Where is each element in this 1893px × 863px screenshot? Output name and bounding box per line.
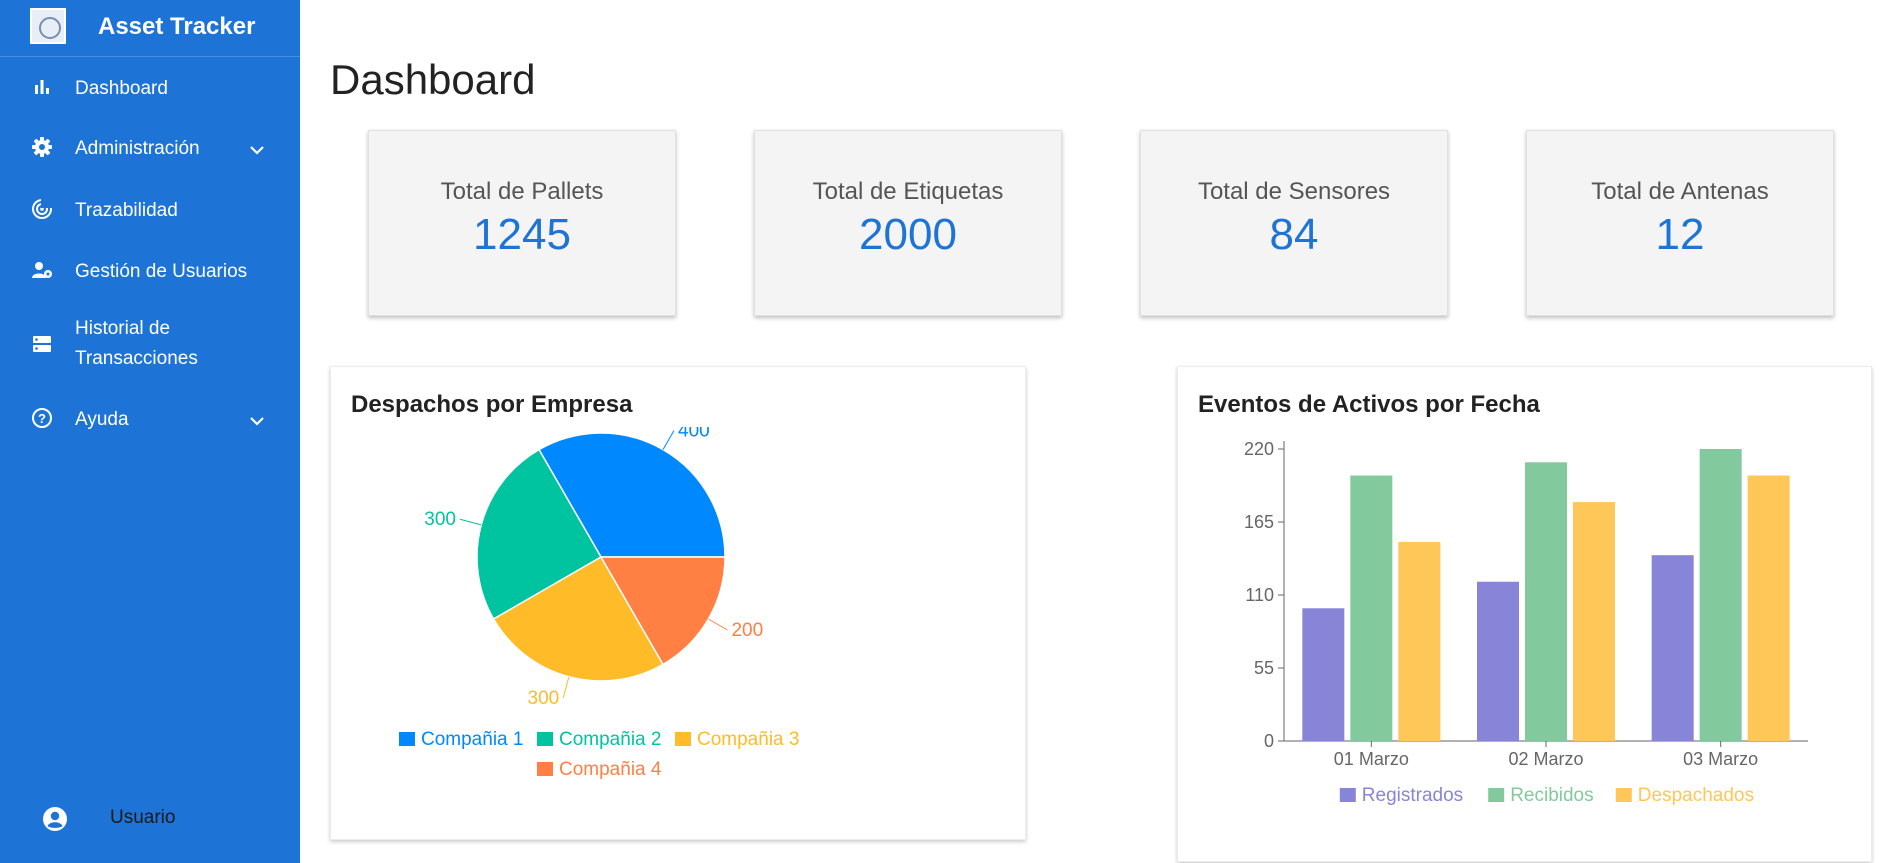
account-icon [42,806,68,832]
x-tick-label: 02 Marzo [1508,749,1583,769]
bar [1747,475,1790,741]
help-icon: ? [30,406,54,430]
sidebar-item-label: Trazabilidad [75,200,178,221]
bar [1477,581,1519,741]
stat-card-etiquetas: Total de Etiquetas 2000 [754,130,1062,316]
sidebar-item-label-line2: Transacciones [75,348,198,369]
y-tick-label: 220 [1244,439,1274,459]
sidebar-item-historial-transacciones[interactable]: Historial de Transacciones [0,314,300,378]
pie-value-label: 300 [424,509,456,530]
sidebar-item-label: Ayuda [75,409,129,430]
stat-card-pallets: Total de Pallets 1245 [368,130,676,316]
bar [1302,608,1345,741]
stat-value: 84 [1269,210,1319,259]
y-tick-label: 110 [1245,585,1274,605]
pie-value-label: 400 [678,427,710,442]
bar [1350,475,1393,741]
legend-swatch [1615,788,1632,802]
chart-title: Eventos de Activos por Fecha [1198,391,1540,418]
bar [1651,555,1694,741]
app-title: Asset Tracker [98,13,256,40]
legend-label: Registrados [1362,785,1463,806]
legend-label: Compañia 2 [559,729,661,750]
sidebar: Asset Tracker Dashboard Administración T… [0,0,300,863]
sidebar-item-label: Historial de [75,318,171,339]
user-name: Usuario [110,807,176,828]
chevron-down-icon [250,146,264,155]
legend-label: Despachados [1638,785,1754,806]
sidebar-item-gestion-usuarios[interactable]: Gestión de Usuarios [0,255,300,289]
brand-header: Asset Tracker [0,0,300,57]
stat-value: 1245 [473,210,571,259]
legend-swatch [1339,788,1356,802]
y-tick-label: 55 [1254,658,1274,678]
stat-card-antenas: Total de Antenas 12 [1526,130,1834,316]
pie-label-line [562,676,570,699]
user-gear-icon [30,258,54,282]
user-menu[interactable]: Usuario [0,800,300,840]
legend-swatch [537,762,553,776]
y-tick-label: 0 [1264,731,1274,751]
legend-swatch [537,732,553,746]
stat-label: Total de Etiquetas [812,178,1004,205]
chart-title: Despachos por Empresa [351,391,633,418]
sidebar-item-administracion[interactable]: Administración [0,132,300,166]
pie-value-label: 300 [528,688,560,709]
svg-text:?: ? [38,411,46,426]
gear-icon [30,135,54,159]
bar-chart: 0 55 110 165 220 01 Marzo 02 Marzo 03 Marzo Regi… [1244,439,1808,806]
legend-swatch [1488,788,1505,802]
sidebar-item-label: Administración [75,138,200,159]
stat-value: 2000 [859,210,957,259]
stat-label: Total de Sensores [1197,178,1391,205]
sidebar-item-trazabilidad[interactable]: Trazabilidad [0,194,300,228]
sidebar-item-dashboard[interactable]: Dashboard [0,72,300,106]
storage-icon [30,332,54,356]
stat-label: Total de Antenas [1591,178,1769,205]
stat-card-sensores: Total de Sensores 84 [1140,130,1448,316]
bar [1573,502,1615,741]
sidebar-item-ayuda[interactable]: ? Ayuda [0,403,300,437]
legend-label: Recibidos [1510,785,1593,806]
legend-swatch [399,732,415,746]
chart-card-despachos: Despachos por Empresa 400 300 300 200 Compañ… [330,366,1026,840]
pie-label-line [662,430,675,450]
legend-label: Compañia 4 [559,759,662,780]
chevron-down-icon [250,417,264,426]
bar [1699,449,1742,741]
x-tick-label: 01 Marzo [1334,749,1409,769]
legend-label: Compañia 3 [697,729,799,750]
pie-chart: 400 300 300 200 Compañia 1 Compañia 2 Compañia… [399,427,799,780]
pie-label-line [459,518,482,526]
x-tick-label: 03 Marzo [1683,749,1758,769]
chart-card-eventos: Eventos de Activos por Fecha 0 55 110 165 22… [1177,366,1872,862]
sidebar-item-label: Dashboard [75,78,168,99]
app-logo [30,8,66,44]
legend-label: Compañia 1 [421,729,523,750]
bar [1398,541,1441,741]
radar-icon [30,197,54,221]
stat-value: 12 [1655,210,1705,259]
page-title: Dashboard [330,56,536,104]
bar-chart-icon [30,75,54,99]
legend-swatch [675,732,691,746]
pie-value-label: 200 [731,620,763,641]
pie-label-line [708,618,728,631]
y-tick-label: 165 [1244,512,1274,532]
bar [1525,462,1567,741]
stat-label: Total de Pallets [440,178,604,205]
sidebar-item-label: Gestión de Usuarios [75,261,248,282]
